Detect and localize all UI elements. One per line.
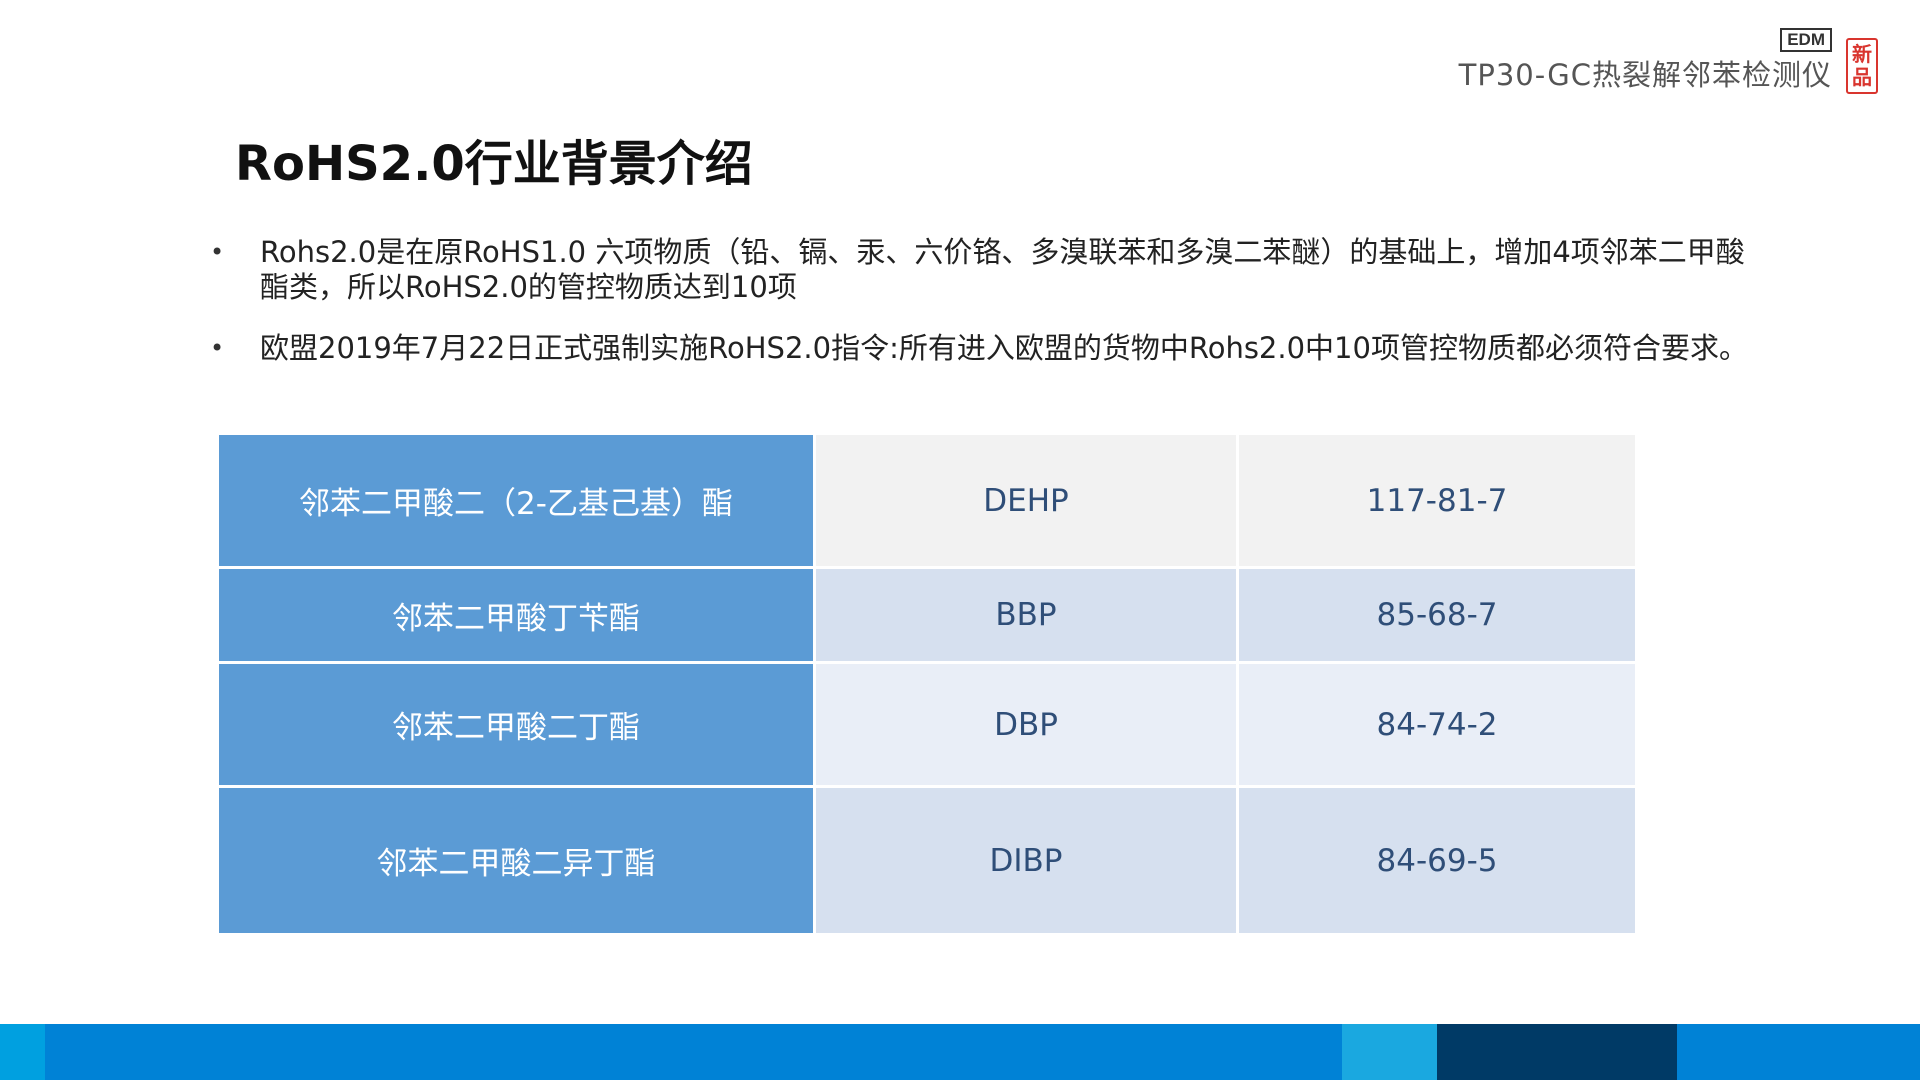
table-row: 邻苯二甲酸丁苄酯 BBP 85-68-7 bbox=[219, 569, 1635, 661]
slide: EDM TP30-GC热裂解邻苯检测仪 新 品 RoHS2.0行业背景介绍 • … bbox=[0, 0, 1920, 1080]
substance-name-cell: 邻苯二甲酸二异丁酯 bbox=[219, 788, 813, 933]
new-product-seal: 新 品 bbox=[1846, 38, 1878, 94]
abbreviation-cell: BBP bbox=[816, 569, 1236, 661]
abbreviation-cell: DIBP bbox=[816, 788, 1236, 933]
table-row: 邻苯二甲酸二异丁酯 DIBP 84-69-5 bbox=[219, 788, 1635, 933]
substance-name-cell: 邻苯二甲酸丁苄酯 bbox=[219, 569, 813, 661]
bullet-dot-icon: • bbox=[210, 238, 225, 266]
cas-number-cell: 84-74-2 bbox=[1239, 664, 1635, 785]
footer-segment bbox=[45, 1024, 1342, 1080]
bullet-dot-icon: • bbox=[210, 334, 225, 362]
abbreviation-cell: DBP bbox=[816, 664, 1236, 785]
brand-logo: EDM TP30-GC热裂解邻苯检测仪 新 品 bbox=[1459, 28, 1878, 98]
substance-name-cell: 邻苯二甲酸二丁酯 bbox=[219, 664, 813, 785]
footer-segment bbox=[1437, 1024, 1677, 1080]
seal-char-bottom: 品 bbox=[1852, 65, 1872, 89]
bullet-list: • Rohs2.0是在原RoHS1.0 六项物质（铅、镉、汞、六价铬、多溴联苯和… bbox=[210, 235, 1750, 392]
footer-segment bbox=[1342, 1024, 1437, 1080]
cas-number-cell: 117-81-7 bbox=[1239, 435, 1635, 566]
footer-segment bbox=[1677, 1024, 1920, 1080]
footer-segment bbox=[0, 1024, 45, 1080]
bullet-item: • Rohs2.0是在原RoHS1.0 六项物质（铅、镉、汞、六价铬、多溴联苯和… bbox=[210, 235, 1750, 305]
abbreviation-cell: DEHP bbox=[816, 435, 1236, 566]
bullet-text: Rohs2.0是在原RoHS1.0 六项物质（铅、镉、汞、六价铬、多溴联苯和多溴… bbox=[260, 235, 1745, 304]
table-row: 邻苯二甲酸二丁酯 DBP 84-74-2 bbox=[219, 664, 1635, 785]
table-row: 邻苯二甲酸二（2-乙基己基）酯 DEHP 117-81-7 bbox=[219, 435, 1635, 566]
edm-logo: EDM bbox=[1780, 28, 1832, 52]
seal-char-top: 新 bbox=[1852, 42, 1872, 66]
brand-text: EDM TP30-GC热裂解邻苯检测仪 bbox=[1459, 28, 1832, 92]
cas-number-cell: 85-68-7 bbox=[1239, 569, 1635, 661]
cas-number-cell: 84-69-5 bbox=[1239, 788, 1635, 933]
slide-title: RoHS2.0行业背景介绍 bbox=[235, 136, 753, 192]
bullet-text: 欧盟2019年7月22日正式强制实施RoHS2.0指令:所有进入欧盟的货物中Ro… bbox=[260, 331, 1748, 365]
footer-color-bar bbox=[0, 1024, 1920, 1080]
substance-name-cell: 邻苯二甲酸二（2-乙基己基）酯 bbox=[219, 435, 813, 566]
product-name: TP30-GC热裂解邻苯检测仪 bbox=[1458, 58, 1832, 92]
bullet-item: • 欧盟2019年7月22日正式强制实施RoHS2.0指令:所有进入欧盟的货物中… bbox=[210, 331, 1750, 366]
phthalate-table: 邻苯二甲酸二（2-乙基己基）酯 DEHP 117-81-7 邻苯二甲酸丁苄酯 B… bbox=[216, 432, 1638, 936]
